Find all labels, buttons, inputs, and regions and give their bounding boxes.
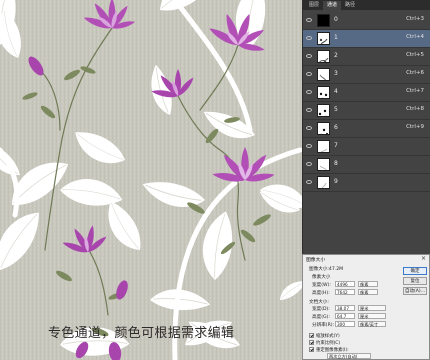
doc-width-label: 宽度(D): bbox=[312, 307, 330, 312]
channel-name: 3 bbox=[334, 70, 338, 77]
image-size-dialog: 图像大小 × 图像大小:47.2M 像素大小 宽度(W): 4496 像素 高度… bbox=[302, 254, 430, 360]
visibility-eye-icon[interactable] bbox=[306, 126, 312, 130]
channel-thumbnail bbox=[317, 158, 330, 171]
channel-row[interactable]: 8 bbox=[303, 156, 430, 174]
channels-panel-tabs: 图层 通道 路径 bbox=[303, 0, 430, 10]
scale-styles-checkbox[interactable] bbox=[309, 333, 314, 338]
channel-shortcut: Ctrl+8 bbox=[406, 106, 424, 112]
dialog-title: 图像大小 bbox=[306, 258, 326, 263]
scale-styles-label: 缩放样式(Y) bbox=[316, 334, 340, 339]
channel-name: 5 bbox=[334, 106, 338, 113]
tab-channels[interactable]: 通道 bbox=[323, 1, 342, 10]
channel-name: 7 bbox=[334, 142, 338, 149]
channel-name: 8 bbox=[334, 160, 338, 167]
channel-shortcut: Ctrl+5 bbox=[406, 52, 424, 58]
visibility-eye-icon[interactable] bbox=[306, 90, 312, 94]
channel-row[interactable]: 7 bbox=[303, 138, 430, 156]
channel-name: 0 bbox=[334, 16, 338, 23]
channel-row[interactable]: 4 Ctrl+7 bbox=[303, 84, 430, 102]
image-size-readout: 图像大小:47.2M bbox=[309, 267, 344, 272]
channel-shortcut: Ctrl+3 bbox=[406, 16, 424, 22]
width-unit-select[interactable]: 像素 bbox=[358, 281, 378, 287]
channel-thumbnail bbox=[317, 32, 330, 45]
channel-name: 1 bbox=[334, 34, 338, 41]
channel-shortcut: Ctrl+9 bbox=[406, 124, 424, 130]
height-unit-select[interactable]: 像素 bbox=[358, 289, 378, 295]
visibility-eye-icon[interactable] bbox=[306, 162, 312, 166]
channels-panel: 图层 通道 路径 0 Ctrl+3 1 Ctrl+4 2 Ctrl+5 3 Ct… bbox=[302, 0, 430, 254]
ok-button[interactable]: 确定 bbox=[403, 267, 427, 275]
doc-height-label: 高度(G): bbox=[312, 315, 330, 320]
width-label: 宽度(W): bbox=[312, 283, 331, 288]
channel-thumbnail bbox=[317, 122, 330, 135]
channel-thumbnail bbox=[317, 86, 330, 99]
visibility-eye-icon[interactable] bbox=[306, 54, 312, 58]
doc-height-input[interactable]: 64.7 bbox=[335, 313, 355, 319]
doc-width-input[interactable]: 38.07 bbox=[335, 305, 355, 311]
pixel-dimensions-label: 像素大小 bbox=[312, 275, 331, 280]
channel-name: 6 bbox=[334, 124, 338, 131]
resample-method-select[interactable]: 两次立方(自动) bbox=[327, 353, 371, 359]
doc-width-unit-select[interactable]: 厘米 bbox=[358, 305, 386, 311]
channel-row[interactable]: 5 Ctrl+8 bbox=[303, 102, 430, 120]
constrain-proportions-label: 约束比例(C) bbox=[316, 341, 341, 346]
visibility-eye-icon[interactable] bbox=[306, 144, 312, 148]
tab-layers[interactable]: 图层 bbox=[305, 1, 323, 10]
channel-row[interactable]: 6 Ctrl+9 bbox=[303, 120, 430, 138]
resolution-input[interactable]: 300 bbox=[335, 321, 355, 327]
channel-name: 2 bbox=[334, 52, 338, 59]
channel-name: 4 bbox=[334, 88, 338, 95]
channel-shortcut: Ctrl+4 bbox=[406, 34, 424, 40]
channel-name: 9 bbox=[334, 178, 338, 185]
visibility-eye-icon[interactable] bbox=[306, 180, 312, 184]
resolution-unit-select[interactable]: 像素/英寸 bbox=[358, 321, 386, 327]
channel-thumbnail bbox=[317, 68, 330, 81]
channel-row[interactable]: 1 Ctrl+4 bbox=[303, 30, 430, 48]
channel-row[interactable]: 9 bbox=[303, 174, 430, 192]
visibility-eye-icon[interactable] bbox=[306, 108, 312, 112]
doc-height-unit-select[interactable]: 厘米 bbox=[358, 313, 386, 319]
channel-row[interactable]: 0 Ctrl+3 bbox=[303, 12, 430, 30]
resolution-label: 分辨率(R): bbox=[312, 323, 335, 328]
channel-thumbnail bbox=[317, 140, 330, 153]
document-size-label: 文档大小: bbox=[309, 300, 329, 305]
channel-row[interactable]: 2 Ctrl+5 bbox=[303, 48, 430, 66]
visibility-eye-icon[interactable] bbox=[306, 36, 312, 40]
constrain-proportions-checkbox[interactable] bbox=[309, 340, 314, 345]
resample-checkbox[interactable] bbox=[309, 347, 314, 352]
caption-text: 专色通道，颜色可根据需求编辑 bbox=[48, 326, 235, 341]
width-input[interactable]: 4496 bbox=[335, 281, 355, 287]
channel-thumbnail bbox=[317, 104, 330, 117]
height-input[interactable]: 7642 bbox=[335, 289, 355, 295]
channel-thumbnail bbox=[317, 176, 330, 189]
channel-shortcut: Ctrl+6 bbox=[406, 70, 424, 76]
reset-button[interactable]: 复位 bbox=[403, 277, 427, 285]
visibility-eye-icon[interactable] bbox=[306, 72, 312, 76]
channel-shortcut: Ctrl+7 bbox=[406, 88, 424, 94]
tab-paths[interactable]: 路径 bbox=[341, 1, 359, 10]
auto-button[interactable]: 自动(A)... bbox=[403, 287, 427, 295]
channel-row[interactable]: 3 Ctrl+6 bbox=[303, 66, 430, 84]
channel-thumbnail bbox=[317, 14, 330, 27]
visibility-eye-icon[interactable] bbox=[306, 18, 312, 22]
channel-thumbnail bbox=[317, 50, 330, 63]
close-icon[interactable]: × bbox=[421, 255, 426, 262]
height-label: 高度(H): bbox=[312, 291, 330, 296]
